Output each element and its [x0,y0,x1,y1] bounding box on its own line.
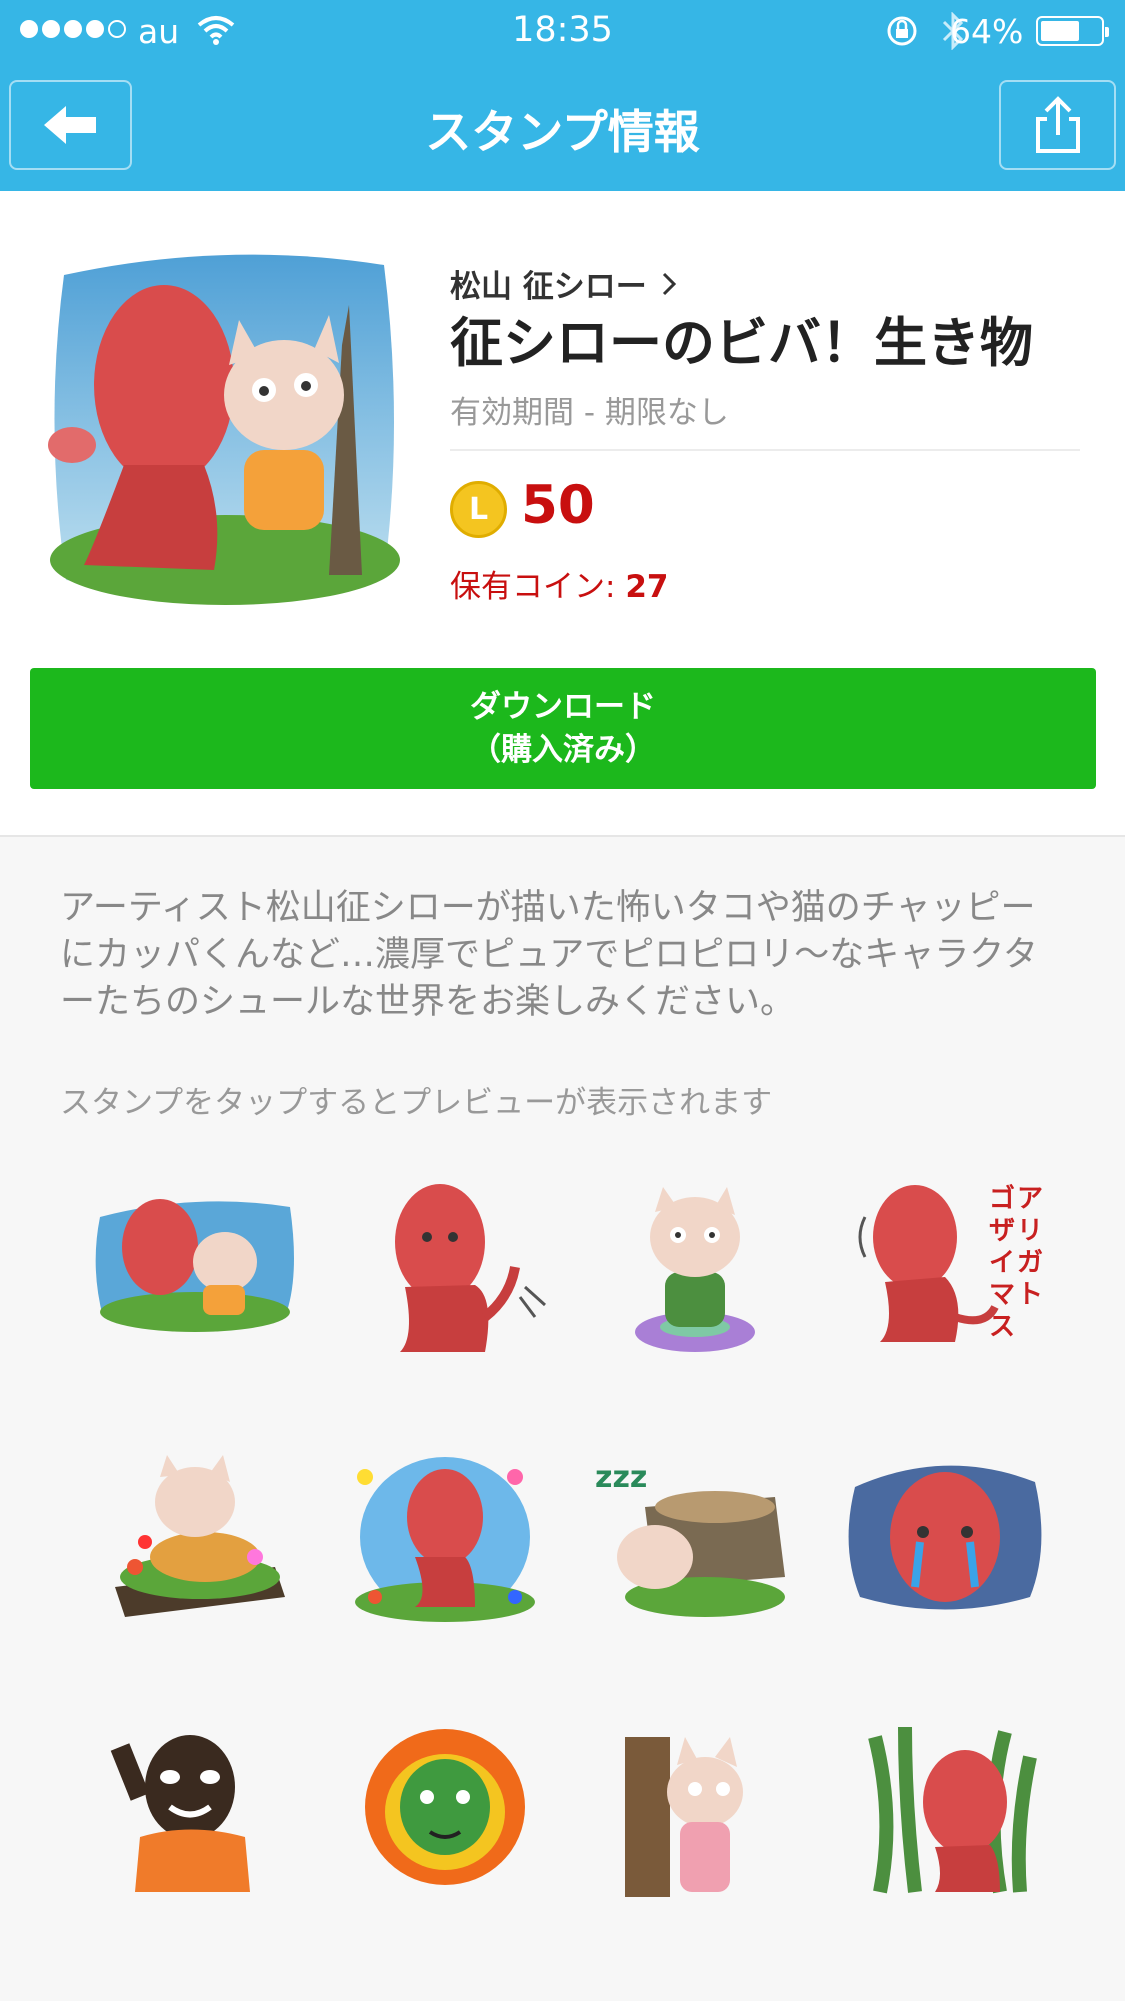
svg-text:ガ: ガ [1017,1248,1043,1278]
sticker-thumbnail[interactable] [320,1707,570,1977]
sticker-thumbnail[interactable]: zzz [570,1437,820,1707]
battery-icon [1036,16,1109,46]
author-name: 松山 征シロー [450,269,647,305]
share-button[interactable] [999,80,1116,170]
owned-coins: 保有コイン: 27 [450,561,668,606]
svg-text:イ: イ [989,1248,1015,1278]
svg-text:マ: マ [989,1280,1015,1310]
svg-text:ア: ア [1017,1184,1043,1214]
sticker-thumbnail[interactable] [320,1167,570,1437]
sticker-thumbnail[interactable] [820,1437,1070,1707]
sticker-image [848,1465,1042,1610]
sticker-detail: アーティスト松山征シローが描いた怖いタコや猫のチャッピーにカッパくんなど…濃厚で… [0,835,1125,2001]
product-header: 松山 征シロー 征シローのビバ！生き物 有効期間 - 期限なし L 50 保有コ… [0,191,1125,835]
validity-period: 有効期間 - 期限なし [450,395,729,431]
svg-text:ト: ト [1017,1280,1043,1310]
chevron-right-icon [662,272,676,295]
sticker-title: 征シローのビバ！生き物 [450,313,1033,374]
sticker-image [868,1726,1037,1894]
svg-text:リ: リ [1017,1216,1043,1246]
sticker-image [365,1729,525,1885]
sticker-thumbnail[interactable] [70,1167,320,1437]
preview-hint: スタンプをタップするとプレビューが表示されます [60,1085,773,1121]
download-button[interactable]: ダウンロード （購入済み） [30,668,1096,789]
sticker-image [95,1199,294,1332]
share-icon [1035,96,1080,153]
download-label: ダウンロード [470,688,656,725]
sticker-thumbnail[interactable] [570,1167,820,1437]
sticker-image [115,1455,285,1617]
purchased-label: （購入済み） [470,731,656,768]
sticker-thumbnail[interactable] [70,1437,320,1707]
sticker-image [635,1187,755,1352]
sticker-thumbnail[interactable] [320,1437,570,1707]
svg-text:zzz: zzz [595,1460,647,1495]
sticker-image: zzz [595,1460,785,1617]
author-link[interactable]: 松山 征シロー [450,261,677,306]
sticker-thumbnail[interactable] [570,1707,820,1977]
sticker-main-image [44,245,406,605]
sticker-image: アリガト ゴザイマス [858,1183,1043,1342]
divider [450,449,1080,451]
price: 50 [521,475,595,536]
owned-coins-label: 保有コイン: [450,569,626,605]
owned-coins-value: 27 [625,569,669,605]
sticker-grid: アリガト ゴザイマス zzz [70,1167,1070,1977]
sticker-thumbnail[interactable] [820,1707,1070,1977]
sticker-image [625,1737,743,1897]
sticker-thumbnail[interactable] [70,1707,320,1977]
sticker-image [395,1184,547,1352]
status-bar: au 18:35 64% [0,0,1125,60]
line-coin-icon: L [450,481,507,538]
battery-percentage: 64% [950,12,1024,51]
svg-text:ス: ス [989,1312,1015,1342]
header: au 18:35 64% スタンプ情報 [0,0,1125,191]
svg-text:ザ: ザ [989,1216,1015,1246]
page-title: スタンプ情報 [425,105,700,159]
sticker-thumbnail[interactable]: アリガト ゴザイマス [820,1167,1070,1437]
svg-text:ゴ: ゴ [989,1183,1015,1214]
sticker-image [355,1457,535,1622]
sticker-image [110,1735,250,1892]
description: アーティスト松山征シローが描いた怖いタコや猫のチャッピーにカッパくんなど…濃厚で… [60,888,1038,1022]
orientation-lock-icon [887,16,917,46]
